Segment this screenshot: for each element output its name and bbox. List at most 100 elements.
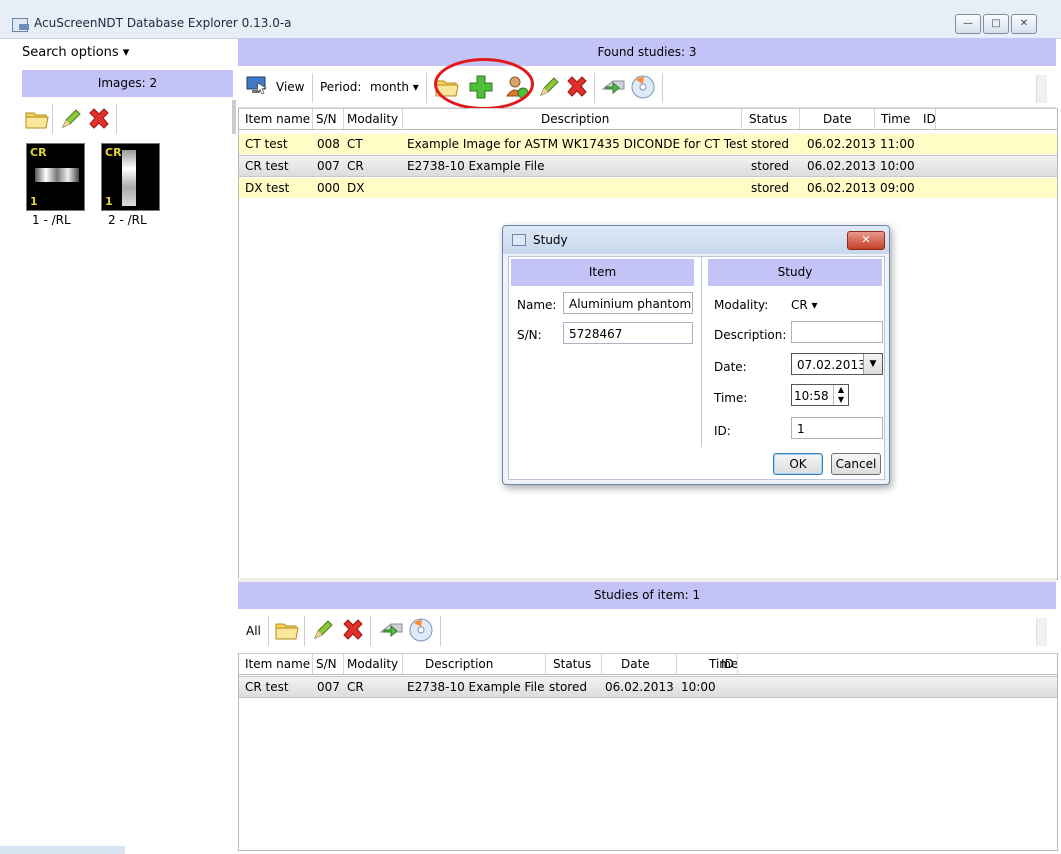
col-status[interactable]: Status xyxy=(749,112,787,126)
cell-description: E2738-10 Example File xyxy=(407,680,545,694)
col-id[interactable]: ID xyxy=(923,112,936,126)
panel-resize-grip[interactable] xyxy=(232,100,236,134)
cell-status: stored xyxy=(751,159,789,173)
toolbar-overflow-grip[interactable] xyxy=(1036,75,1047,103)
grid-header-row: Item name S/N Modality Description Statu… xyxy=(239,109,1057,130)
minimize-icon[interactable]: — xyxy=(955,14,981,34)
toolbar-separator xyxy=(662,73,663,103)
cell-item-name: CR test xyxy=(245,680,289,694)
cell-sn: 007 xyxy=(317,680,340,694)
cell-sn: 008 xyxy=(317,137,340,151)
studies-of-item-header: Studies of item: 1 xyxy=(238,582,1056,609)
item-studies-grid: Item name S/N Modality Description Statu… xyxy=(238,653,1058,851)
date-picker[interactable]: 07.02.2013 ▼ xyxy=(791,353,883,375)
study-section-header: Study xyxy=(708,259,882,286)
edit-pencil-icon[interactable] xyxy=(58,106,84,132)
thumbnail-modality: CR xyxy=(105,146,122,159)
open-folder-icon[interactable] xyxy=(24,106,50,132)
cell-modality: DX xyxy=(347,181,365,195)
ok-button[interactable]: OK xyxy=(773,453,823,475)
toolbar-separator xyxy=(52,104,53,134)
xray-strip xyxy=(35,168,79,182)
date-value: 07.02.2013 xyxy=(797,358,866,372)
chevron-down-icon[interactable]: ▼ xyxy=(863,354,882,374)
all-button[interactable]: All xyxy=(246,624,261,638)
table-row[interactable]: CR test 007 CR E2738-10 Example File sto… xyxy=(239,676,1057,698)
col-status[interactable]: Status xyxy=(553,657,591,671)
col-description[interactable]: Description xyxy=(541,112,609,126)
col-modality[interactable]: Modality xyxy=(347,657,398,671)
id-field[interactable]: 1 xyxy=(791,417,883,439)
thumbnail-modality: CR xyxy=(30,146,47,159)
cell-sn: 000 xyxy=(317,181,340,195)
table-row[interactable]: CT test 008 CT Example Image for ASTM WK… xyxy=(239,134,1057,154)
dialog-title-bar[interactable]: Study ✕ xyxy=(503,226,889,254)
description-field[interactable] xyxy=(791,321,883,343)
image-thumbnail-2[interactable]: CR 1 xyxy=(101,143,160,211)
col-description[interactable]: Description xyxy=(425,657,493,671)
col-id[interactable]: ID xyxy=(721,657,734,671)
toolbar-separator xyxy=(268,616,269,646)
study-dialog: Study ✕ Item Name: Aluminium phantom S/N… xyxy=(502,225,890,485)
delete-x-icon[interactable] xyxy=(340,617,366,643)
image-thumbnail-1[interactable]: CR 1 xyxy=(26,143,85,211)
status-strip xyxy=(0,846,125,854)
id-label: ID: xyxy=(714,424,731,438)
toolbar-overflow-grip[interactable] xyxy=(1036,618,1047,646)
time-spinner[interactable]: 10:58 ▲ ▼ xyxy=(791,384,849,406)
cell-sn: 007 xyxy=(317,159,340,173)
burn-disc-icon[interactable] xyxy=(630,74,656,100)
images-header: Images: 2 xyxy=(22,70,233,97)
cell-date: 06.02.2013 xyxy=(807,137,876,151)
cell-date: 06.02.2013 xyxy=(807,159,876,173)
edit-pencil-icon[interactable] xyxy=(310,617,336,643)
sn-field[interactable]: 5728467 xyxy=(563,322,693,344)
window-title: AcuScreenNDT Database Explorer 0.13.0-a xyxy=(34,16,292,30)
col-item-name[interactable]: Item name xyxy=(245,112,310,126)
delete-x-icon[interactable] xyxy=(564,74,590,100)
period-dropdown[interactable]: month ▾ xyxy=(370,80,419,94)
table-row[interactable]: CR test 007 CR E2738-10 Example File sto… xyxy=(239,155,1057,177)
delete-x-icon[interactable] xyxy=(86,106,112,132)
close-icon[interactable]: ✕ xyxy=(1011,14,1037,34)
view-button[interactable]: View xyxy=(276,80,304,94)
monitor-view-icon[interactable] xyxy=(246,74,268,96)
search-options-button[interactable]: Search options ▾ xyxy=(22,45,129,60)
section-divider xyxy=(701,257,702,447)
open-folder-icon[interactable] xyxy=(274,617,300,643)
col-date[interactable]: Date xyxy=(621,657,650,671)
toolbar-separator xyxy=(304,616,305,646)
col-modality[interactable]: Modality xyxy=(347,112,398,126)
cell-date: 06.02.2013 xyxy=(605,680,674,694)
col-item-name[interactable]: Item name xyxy=(245,657,310,671)
burn-disc-icon[interactable] xyxy=(408,617,434,643)
title-bar: AcuScreenNDT Database Explorer 0.13.0-a … xyxy=(0,0,1061,39)
maximize-icon[interactable]: □ xyxy=(983,14,1009,34)
thumbnail-label: 2 - /RL xyxy=(108,213,147,227)
thumbnail-index: 1 xyxy=(30,195,38,208)
grid-header-row: Item name S/N Modality Description Statu… xyxy=(239,654,1057,675)
export-arrow-icon[interactable] xyxy=(378,617,404,643)
spinner-arrows-icon[interactable]: ▲ ▼ xyxy=(833,385,848,405)
toolbar-separator xyxy=(594,73,595,103)
cell-status: stored xyxy=(751,181,789,195)
close-icon[interactable]: ✕ xyxy=(847,231,885,250)
cell-modality: CT xyxy=(347,137,363,151)
item-section-header: Item xyxy=(511,259,694,286)
cancel-button[interactable]: Cancel xyxy=(831,453,881,475)
col-time[interactable]: Time xyxy=(881,112,910,126)
modality-dropdown[interactable]: CR ▾ xyxy=(791,298,818,312)
col-sn[interactable]: S/N xyxy=(316,657,337,671)
table-row[interactable]: DX test 000 DX stored 06.02.2013 09:00 xyxy=(239,178,1057,198)
cell-modality: CR xyxy=(347,159,364,173)
date-label: Date: xyxy=(714,360,747,374)
sn-label: S/N: xyxy=(517,328,542,342)
edit-pencil-icon[interactable] xyxy=(536,74,562,100)
name-field[interactable]: Aluminium phantom xyxy=(563,292,693,314)
cell-description: E2738-10 Example File xyxy=(407,159,545,173)
col-sn[interactable]: S/N xyxy=(316,112,337,126)
toolbar-separator xyxy=(312,73,313,103)
col-date[interactable]: Date xyxy=(823,112,852,126)
export-arrow-icon[interactable] xyxy=(600,74,626,100)
cell-status: stored xyxy=(751,137,789,151)
